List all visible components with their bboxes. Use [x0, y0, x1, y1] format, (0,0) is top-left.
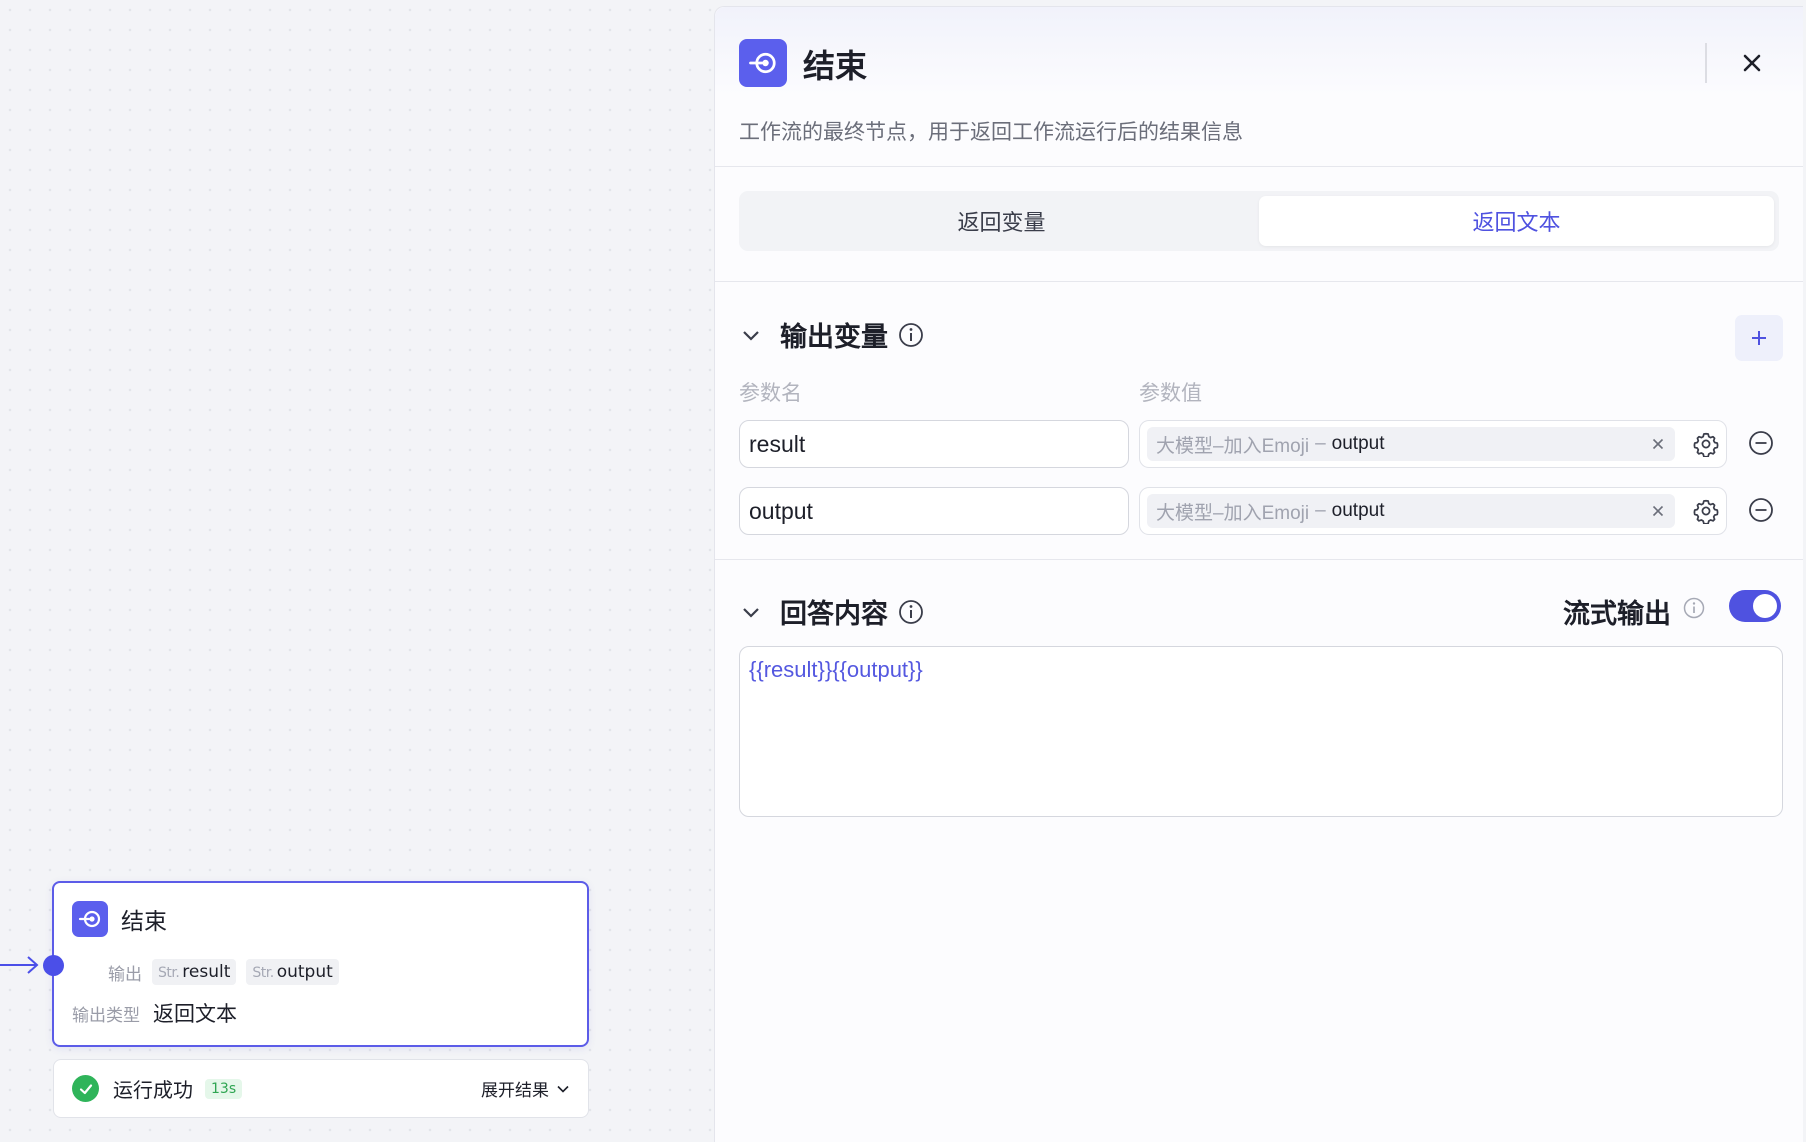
tag-type: Str.	[158, 965, 180, 981]
node-output-type-label: 输出类型	[72, 1005, 140, 1026]
run-status-bar: 运行成功 13s 展开结果	[53, 1059, 589, 1118]
param-name-input[interactable]: output	[739, 487, 1129, 535]
header-divider	[1705, 43, 1707, 83]
workflow-canvas[interactable]: 结束 输出 Str. result Str. output 输出类型 返回文本 …	[0, 0, 714, 1142]
output-tag-result: Str. result	[152, 959, 237, 985]
end-node-card[interactable]: 结束 输出 Str. result Str. output 输出类型 返回文本	[52, 881, 589, 1047]
remove-variable-icon[interactable]	[1748, 497, 1774, 523]
end-node-icon	[72, 901, 108, 937]
node-settings-panel: 结束 工作流的最终节点，用于返回工作流运行后的结果信息 返回变量 返回文本 输出…	[714, 6, 1803, 1142]
variable-reference-tag: 大模型–加入Emoji – output	[1147, 494, 1675, 528]
node-output-label: 输出	[108, 964, 142, 985]
chevron-down-icon[interactable]	[739, 323, 763, 347]
node-input-handle[interactable]	[43, 955, 64, 976]
param-name-input[interactable]: result	[739, 420, 1129, 468]
chevron-down-icon[interactable]	[739, 600, 763, 624]
ref-variable-name: output	[1331, 433, 1385, 454]
clear-reference-icon[interactable]	[1650, 503, 1666, 519]
tabs-section: 返回变量 返回文本	[715, 167, 1803, 282]
node-output-type-value: 返回文本	[153, 1002, 237, 1026]
node-output-type-row: 输出类型 返回文本	[72, 998, 237, 1028]
variable-reference-tag: 大模型–加入Emoji – output	[1147, 427, 1675, 461]
tab-return-variables[interactable]: 返回变量	[744, 196, 1259, 246]
close-icon[interactable]	[1737, 48, 1767, 78]
expand-results-button[interactable]: 展开结果	[481, 1076, 570, 1101]
info-icon[interactable]	[898, 322, 924, 348]
info-icon[interactable]	[1683, 597, 1705, 619]
plus-icon	[1752, 331, 1766, 345]
answer-section-title: 回答内容	[780, 599, 888, 630]
answer-content-section: 回答内容 流式输出 {{result}}{{output}}	[715, 560, 1803, 860]
ref-source-node: 大模型–加入Emoji	[1156, 435, 1310, 457]
ref-separator: –	[1315, 500, 1326, 521]
answer-section-header[interactable]: 回答内容	[739, 592, 924, 631]
success-check-icon	[72, 1075, 99, 1102]
remove-variable-icon[interactable]	[1748, 430, 1774, 456]
clear-reference-icon[interactable]	[1650, 436, 1666, 452]
stream-output-toggle[interactable]	[1729, 590, 1781, 622]
node-header: 结束	[72, 901, 167, 937]
answer-content-editor[interactable]: {{result}}{{output}}	[739, 646, 1783, 817]
ref-variable-name: output	[1331, 500, 1385, 521]
param-value-column-label: 参数值	[1139, 381, 1202, 405]
panel-header: 结束 工作流的最终节点，用于返回工作流运行后的结果信息	[715, 7, 1803, 167]
stream-output-label: 流式输出	[1563, 599, 1671, 630]
add-variable-button[interactable]	[1735, 315, 1783, 361]
ref-source-node: 大模型–加入Emoji	[1156, 502, 1310, 524]
panel-description: 工作流的最终节点，用于返回工作流运行后的结果信息	[739, 120, 1243, 144]
param-name-column-label: 参数名	[739, 381, 802, 405]
tab-return-text[interactable]: 返回文本	[1259, 196, 1774, 246]
tag-name: result	[182, 962, 231, 982]
ref-separator: –	[1315, 433, 1326, 454]
output-section-header[interactable]: 输出变量	[739, 315, 924, 354]
param-value-selector[interactable]: 大模型–加入Emoji – output	[1139, 487, 1727, 535]
output-tag-output: Str. output	[246, 959, 339, 985]
expand-results-label: 展开结果	[481, 1081, 549, 1101]
panel-title: 结束	[803, 47, 868, 85]
tag-type: Str.	[252, 965, 274, 981]
node-output-row: 输出 Str. result Str. output	[108, 959, 339, 985]
tag-name: output	[276, 962, 333, 982]
output-variables-section: 输出变量 参数名 参数值 result 大模型–加入Emoji – output	[715, 282, 1803, 560]
end-node-icon	[739, 39, 787, 87]
output-section-title: 输出变量	[780, 322, 888, 353]
run-time-badge: 13s	[205, 1078, 243, 1099]
node-title: 结束	[121, 909, 167, 935]
info-icon[interactable]	[898, 599, 924, 625]
gear-icon[interactable]	[1693, 431, 1719, 457]
gear-icon[interactable]	[1693, 498, 1719, 524]
toggle-knob	[1753, 594, 1777, 618]
return-mode-tabs: 返回变量 返回文本	[739, 191, 1779, 251]
param-value-selector[interactable]: 大模型–加入Emoji – output	[1139, 420, 1727, 468]
chevron-down-icon	[557, 1085, 569, 1093]
run-status-text: 运行成功	[113, 1078, 193, 1102]
